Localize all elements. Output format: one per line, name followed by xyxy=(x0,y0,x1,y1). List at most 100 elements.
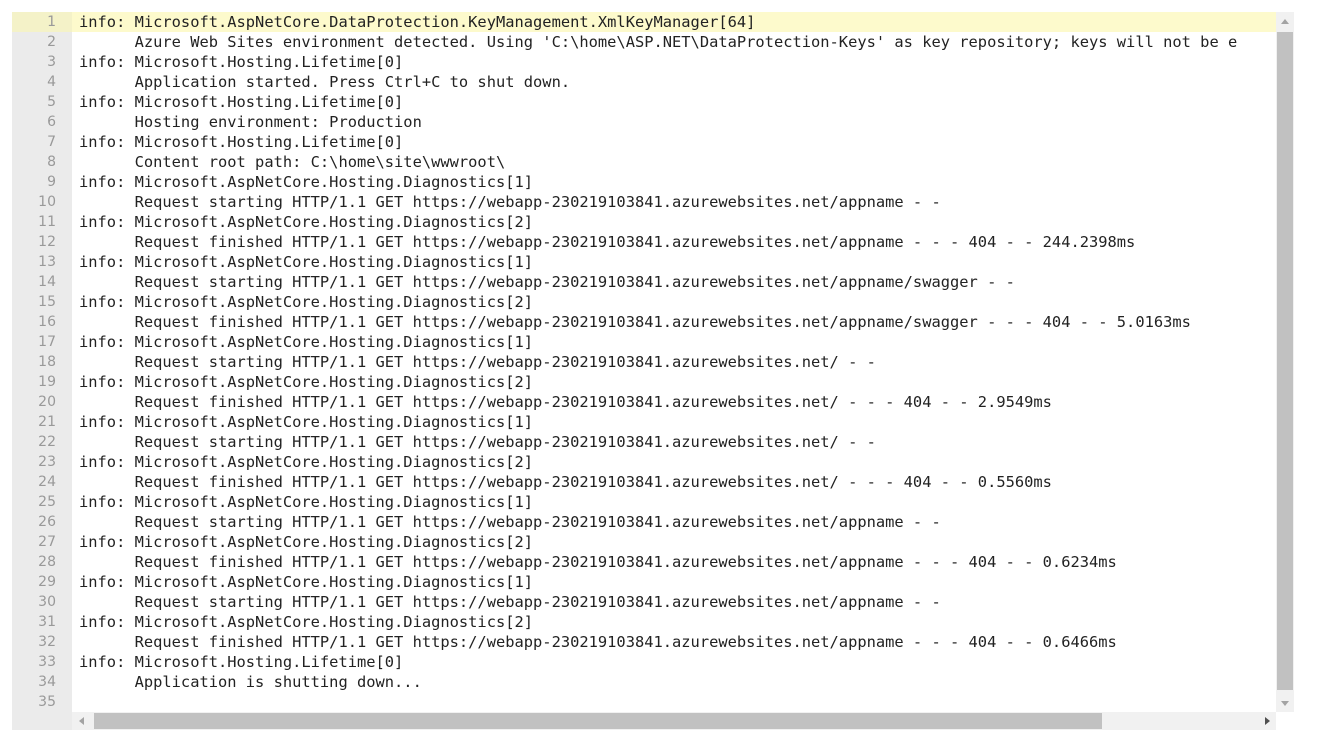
code-line[interactable]: info: Microsoft.Hosting.Lifetime[0] xyxy=(72,52,403,72)
code-line-text: info: Microsoft.AspNetCore.Hosting.Diagn… xyxy=(79,533,534,551)
code-line[interactable]: Request finished HTTP/1.1 GET https://we… xyxy=(72,392,1052,412)
chevron-left-icon xyxy=(78,717,84,725)
code-line-text: Azure Web Sites environment detected. Us… xyxy=(79,33,1238,51)
line-number: 18 xyxy=(38,354,56,370)
code-line[interactable]: Content root path: C:\home\site\wwwroot\ xyxy=(72,152,506,172)
code-line[interactable]: Request finished HTTP/1.1 GET https://we… xyxy=(72,632,1117,652)
code-line[interactable]: Request starting HTTP/1.1 GET https://we… xyxy=(72,272,1015,292)
code-line[interactable]: Request finished HTTP/1.1 GET https://we… xyxy=(72,312,1191,332)
line-number: 2 xyxy=(47,34,56,50)
line-number: 3 xyxy=(47,54,56,70)
code-line-text: info: Microsoft.AspNetCore.Hosting.Diagn… xyxy=(79,213,534,231)
code-line[interactable]: Request finished HTTP/1.1 GET https://we… xyxy=(72,232,1136,252)
scroll-right-button[interactable] xyxy=(1258,712,1276,730)
code-line-text: Request finished HTTP/1.1 GET https://we… xyxy=(79,393,1052,411)
code-line[interactable]: info: Microsoft.Hosting.Lifetime[0] xyxy=(72,652,403,672)
code-line-text: info: Microsoft.AspNetCore.Hosting.Diagn… xyxy=(79,333,534,351)
code-line[interactable]: info: Microsoft.AspNetCore.Hosting.Diagn… xyxy=(72,292,533,312)
code-line-text: Request finished HTTP/1.1 GET https://we… xyxy=(79,473,1052,491)
code-line-text: Request starting HTTP/1.1 GET https://we… xyxy=(79,193,941,211)
line-number: 30 xyxy=(38,594,56,610)
code-line[interactable]: Request starting HTTP/1.1 GET https://we… xyxy=(72,352,876,372)
code-line-text: Request finished HTTP/1.1 GET https://we… xyxy=(79,313,1191,331)
code-line-text: Request starting HTTP/1.1 GET https://we… xyxy=(79,433,876,451)
code-line[interactable]: Application is shutting down... xyxy=(72,672,422,692)
line-number: 33 xyxy=(38,654,56,670)
code-line-text: Application is shutting down... xyxy=(79,673,422,691)
line-number-gutter: 1 2 3 4 5 6 7 8 9 10 11 12 13 14 15 16 17 18 19 20 21 22 23 24 2… xyxy=(12,12,72,730)
code-line-text: info: Microsoft.AspNetCore.Hosting.Diagn… xyxy=(79,413,534,431)
horizontal-scrollbar[interactable] xyxy=(72,712,1276,730)
code-line[interactable]: Request starting HTTP/1.1 GET https://we… xyxy=(72,592,941,612)
code-line-text: info: Microsoft.AspNetCore.Hosting.Diagn… xyxy=(79,493,534,511)
line-number: 32 xyxy=(38,634,56,650)
code-line-text: info: Microsoft.AspNetCore.Hosting.Diagn… xyxy=(79,253,534,271)
code-line-text: info: Microsoft.Hosting.Lifetime[0] xyxy=(79,653,404,671)
scroll-up-button[interactable] xyxy=(1276,12,1294,30)
chevron-right-icon xyxy=(1264,717,1270,725)
code-line[interactable]: Request starting HTTP/1.1 GET https://we… xyxy=(72,192,941,212)
code-line[interactable]: info: Microsoft.Hosting.Lifetime[0] xyxy=(72,132,403,152)
vertical-scroll-thumb[interactable] xyxy=(1277,32,1293,690)
line-number: 6 xyxy=(47,114,56,130)
code-line-text: info: Microsoft.AspNetCore.Hosting.Diagn… xyxy=(79,613,534,631)
code-line-text: Hosting environment: Production xyxy=(79,113,422,131)
line-number: 11 xyxy=(38,214,56,230)
code-line[interactable]: info: Microsoft.Hosting.Lifetime[0] xyxy=(72,92,403,112)
code-line[interactable]: info: Microsoft.AspNetCore.Hosting.Diagn… xyxy=(72,532,533,552)
code-line-text: Content root path: C:\home\site\wwwroot\ xyxy=(79,153,506,171)
code-line[interactable]: info: Microsoft.AspNetCore.DataProtectio… xyxy=(72,12,1276,32)
code-line[interactable]: info: Microsoft.AspNetCore.Hosting.Diagn… xyxy=(72,252,533,272)
line-number: 17 xyxy=(38,334,56,350)
log-editor[interactable]: 1 2 3 4 5 6 7 8 9 10 11 12 13 14 15 16 17 18 19 20 21 22 23 24 2… xyxy=(12,12,1294,730)
line-number: 4 xyxy=(47,74,56,90)
code-line[interactable]: Request starting HTTP/1.1 GET https://we… xyxy=(72,512,941,532)
scroll-down-button[interactable] xyxy=(1276,694,1294,712)
code-line[interactable]: info: Microsoft.AspNetCore.Hosting.Diagn… xyxy=(72,452,533,472)
line-number: 14 xyxy=(38,274,56,290)
code-line[interactable] xyxy=(72,692,79,712)
code-line-text: info: Microsoft.AspNetCore.Hosting.Diagn… xyxy=(79,573,534,591)
code-line[interactable]: info: Microsoft.AspNetCore.Hosting.Diagn… xyxy=(72,212,533,232)
line-number: 9 xyxy=(47,174,56,190)
code-line-text: Request finished HTTP/1.1 GET https://we… xyxy=(79,553,1117,571)
code-line[interactable]: info: Microsoft.AspNetCore.Hosting.Diagn… xyxy=(72,332,533,352)
code-line[interactable]: Hosting environment: Production xyxy=(72,112,422,132)
line-number: 13 xyxy=(38,254,56,270)
code-line[interactable]: info: Microsoft.AspNetCore.Hosting.Diagn… xyxy=(72,172,533,192)
horizontal-scroll-thumb[interactable] xyxy=(94,713,1102,729)
scrollbar-corner xyxy=(1276,712,1294,730)
code-line[interactable]: info: Microsoft.AspNetCore.Hosting.Diagn… xyxy=(72,412,533,432)
line-number: 34 xyxy=(38,674,56,690)
line-number: 8 xyxy=(47,154,56,170)
code-line[interactable]: Request starting HTTP/1.1 GET https://we… xyxy=(72,432,876,452)
scroll-left-button[interactable] xyxy=(72,712,90,730)
code-area[interactable]: info: Microsoft.AspNetCore.DataProtectio… xyxy=(72,12,1276,712)
code-line-text: info: Microsoft.AspNetCore.Hosting.Diagn… xyxy=(79,173,534,191)
code-line-text: info: Microsoft.Hosting.Lifetime[0] xyxy=(79,53,404,71)
code-line[interactable]: info: Microsoft.AspNetCore.Hosting.Diagn… xyxy=(72,612,533,632)
code-line[interactable]: info: Microsoft.AspNetCore.Hosting.Diagn… xyxy=(72,372,533,392)
code-line-text: info: Microsoft.AspNetCore.Hosting.Diagn… xyxy=(79,453,534,471)
line-number: 10 xyxy=(38,194,56,210)
code-line[interactable]: info: Microsoft.AspNetCore.Hosting.Diagn… xyxy=(72,492,533,512)
code-line[interactable]: info: Microsoft.AspNetCore.Hosting.Diagn… xyxy=(72,572,533,592)
code-line-text: info: Microsoft.AspNetCore.DataProtectio… xyxy=(79,13,756,31)
code-line-text: info: Microsoft.AspNetCore.Hosting.Diagn… xyxy=(79,373,534,391)
code-line[interactable]: Request finished HTTP/1.1 GET https://we… xyxy=(72,552,1117,572)
code-line-text: Request finished HTTP/1.1 GET https://we… xyxy=(79,633,1117,651)
code-line[interactable]: Application started. Press Ctrl+C to shu… xyxy=(72,72,571,92)
code-line[interactable]: Azure Web Sites environment detected. Us… xyxy=(72,32,1238,52)
line-number: 27 xyxy=(38,534,56,550)
vertical-scrollbar[interactable] xyxy=(1276,12,1294,712)
code-line-text: info: Microsoft.AspNetCore.Hosting.Diagn… xyxy=(79,293,534,311)
line-number: 31 xyxy=(38,614,56,630)
line-number: 21 xyxy=(38,414,56,430)
line-number: 22 xyxy=(38,434,56,450)
code-line-text: Request finished HTTP/1.1 GET https://we… xyxy=(79,233,1136,251)
code-line-text: Request starting HTTP/1.1 GET https://we… xyxy=(79,273,1015,291)
code-line[interactable]: Request finished HTTP/1.1 GET https://we… xyxy=(72,472,1052,492)
chevron-down-icon xyxy=(1281,700,1289,706)
line-number: 1 xyxy=(12,12,72,32)
